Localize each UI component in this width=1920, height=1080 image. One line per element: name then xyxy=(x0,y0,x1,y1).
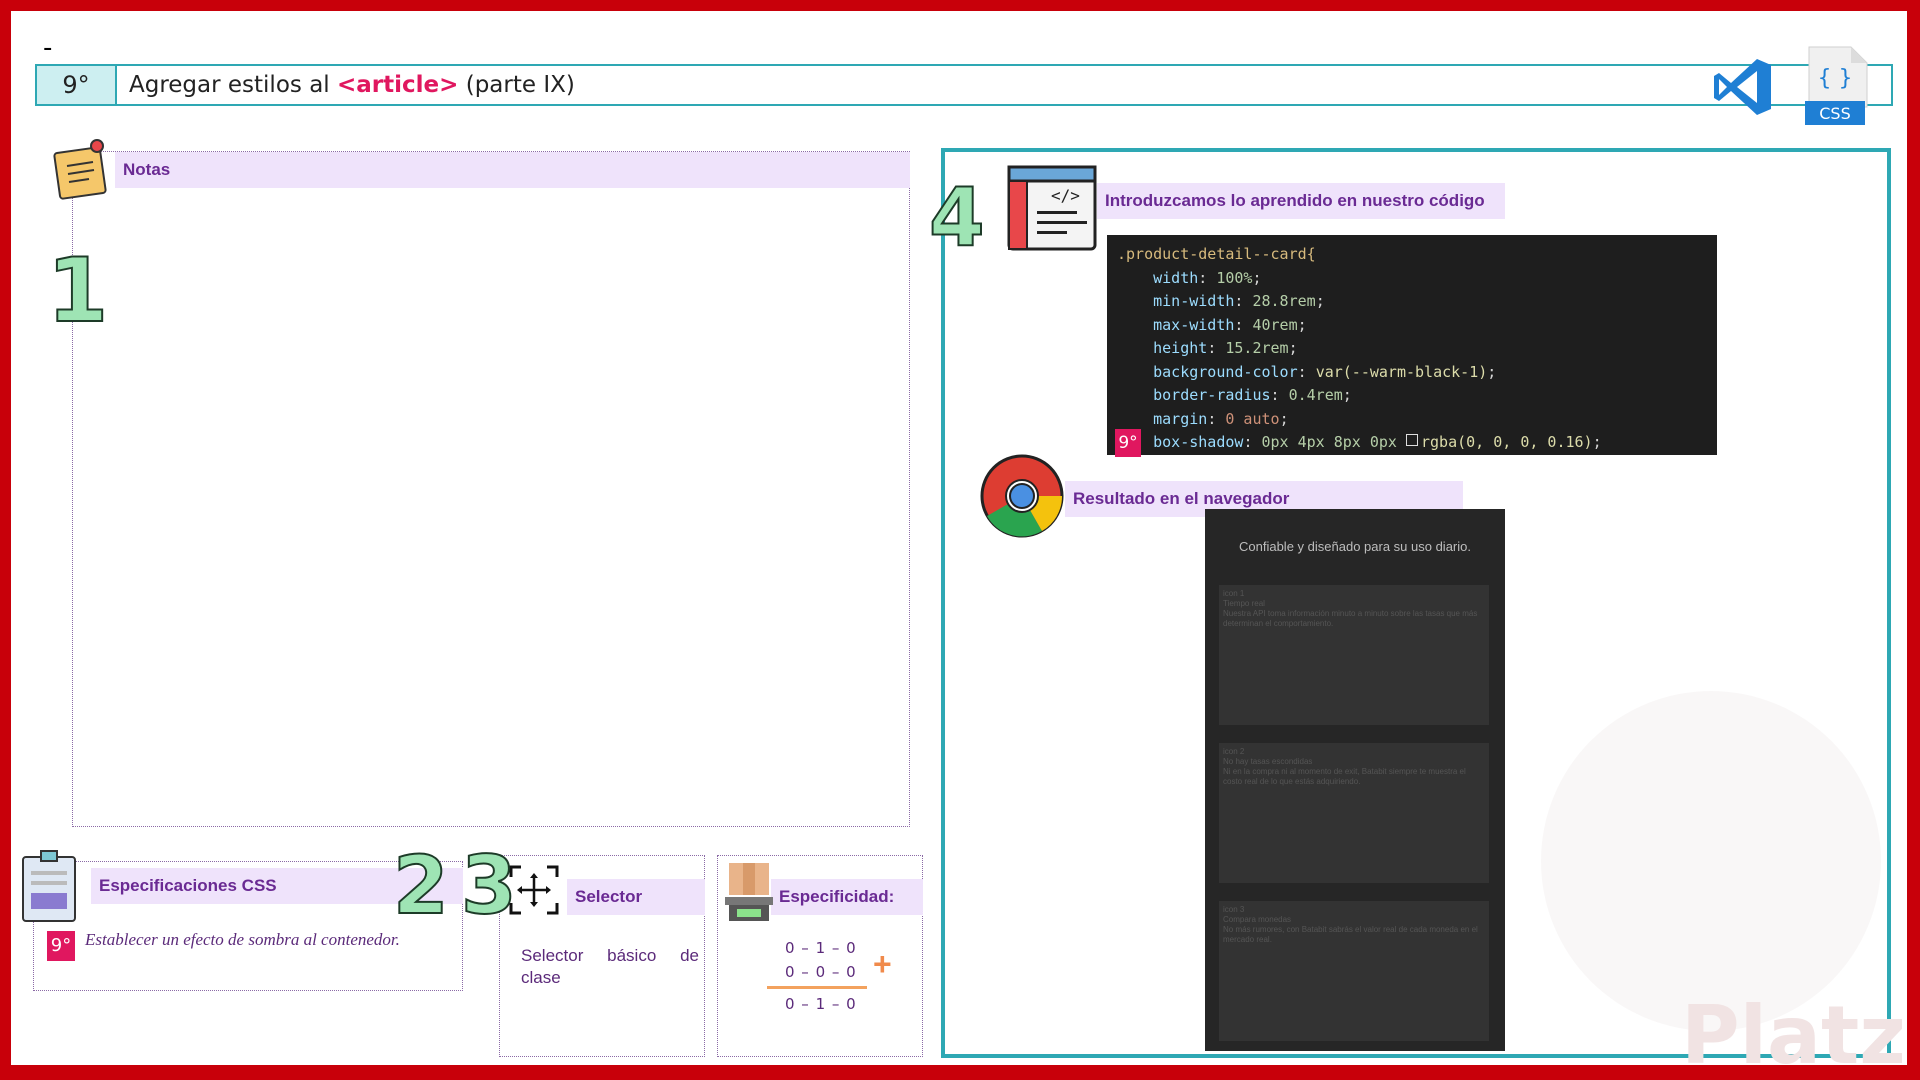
code-badge: 9° xyxy=(1115,429,1141,457)
code-prop: width xyxy=(1153,268,1199,287)
specificity-result: 0 – 1 – 0 xyxy=(785,995,857,1013)
code-prop: min-width xyxy=(1153,292,1235,310)
specs-text: Establecer un efecto de sombra al conten… xyxy=(85,930,400,949)
code-value-extra: rgba(0, 0, 0, 0.16) xyxy=(1421,433,1593,451)
watermark-illustration xyxy=(1541,691,1881,1031)
specs-badge: 9° xyxy=(47,931,75,961)
code-value: 0 auto xyxy=(1225,409,1280,428)
preview-card: icon 2 No hay tasas escondidas Ni en la … xyxy=(1219,743,1489,883)
plus-icon: + xyxy=(873,946,892,982)
intro-code-label: Introduzcamos lo aprendido en nuestro có… xyxy=(1097,183,1505,219)
css-code-block: .product-detail--card{ width: 100%; min-… xyxy=(1107,235,1717,455)
dash-mark: - xyxy=(43,33,53,63)
sticky-note-icon xyxy=(53,139,107,200)
specificity-line-1: 0 – 1 – 0 xyxy=(785,939,857,957)
card-icon-label: icon 3 xyxy=(1223,905,1245,914)
card-body: Nuestra API toma información minuto a mi… xyxy=(1223,609,1478,628)
css-label: CSS xyxy=(1819,104,1850,123)
card-icon-label: icon 2 xyxy=(1223,747,1245,756)
card-body: Ni en la compra ni al momento de exit, B… xyxy=(1223,767,1466,786)
title-tag: <article> xyxy=(337,72,459,98)
notes-panel xyxy=(72,151,910,827)
code-value: 15.2rem xyxy=(1225,339,1289,357)
page-title: Agregar estilos al <article> (parte IX) xyxy=(129,66,575,104)
svg-text:</>: </> xyxy=(1051,186,1080,205)
scale-box-icon xyxy=(725,863,773,921)
code-value: 0px 4px 8px 0px xyxy=(1261,433,1397,451)
code-prop: margin xyxy=(1153,409,1208,428)
card-body: No más rumores, con Batabit sabrás el va… xyxy=(1223,925,1478,944)
lesson-number: 9° xyxy=(37,66,117,104)
card-icon-label: icon 1 xyxy=(1223,589,1245,598)
color-swatch xyxy=(1406,434,1418,446)
preview-heading: Confiable y diseñado para su uso diario. xyxy=(1239,539,1471,554)
step-number-1: 1 xyxy=(46,238,109,343)
code-prop: box-shadow xyxy=(1153,433,1244,451)
code-selector: .product-detail--card{ xyxy=(1117,245,1316,263)
code-prop: height xyxy=(1153,339,1208,357)
step-number-3: 3 xyxy=(460,838,518,933)
card-title: No hay tasas escondidas xyxy=(1223,757,1313,766)
step-number-4: 4 xyxy=(928,170,986,265)
specificity-line-2: 0 – 0 – 0 xyxy=(785,963,857,981)
slide: - 9° Agregar estilos al <article> (parte… xyxy=(11,11,1907,1065)
specificity-sum-rule xyxy=(767,986,867,989)
card-title: Compara monedas xyxy=(1223,915,1292,924)
platzi-watermark: Platzi xyxy=(1681,989,1907,1065)
vscode-icon xyxy=(1714,59,1771,115)
code-value: 0.4rem xyxy=(1288,386,1343,404)
preview-card: icon 1 Tiempo real Nuestra API toma info… xyxy=(1219,585,1489,725)
header-bar: 9° Agregar estilos al <article> (parte I… xyxy=(35,64,1893,106)
code-editor-icon: </> xyxy=(1007,165,1097,251)
code-value: var(--warm-black-1) xyxy=(1315,362,1488,381)
code-prop: border-radius xyxy=(1153,386,1271,404)
card-title: Tiempo real xyxy=(1223,599,1265,608)
code-prop: max-width xyxy=(1153,315,1235,334)
specificity-label: Especificidad: xyxy=(771,879,923,915)
chrome-icon xyxy=(980,454,1064,538)
code-value: 28.8rem xyxy=(1252,292,1316,310)
browser-preview: Confiable y diseñado para su uso diario.… xyxy=(1205,509,1505,1051)
code-value: 40rem xyxy=(1252,315,1298,334)
clipboard-icon xyxy=(22,850,76,922)
svg-text:{ }: { } xyxy=(1818,66,1853,91)
preview-card: icon 3 Compara monedas No más rumores, c… xyxy=(1219,901,1489,1041)
notes-label: Notas xyxy=(115,152,910,188)
step-number-2: 2 xyxy=(392,838,450,933)
title-prefix: Agregar estilos al xyxy=(129,72,337,98)
selector-label: Selector xyxy=(567,879,705,915)
selector-text: Selector básico de clase xyxy=(521,946,699,987)
css-file-icon: { } CSS xyxy=(1805,46,1868,125)
code-prop: background-color xyxy=(1153,362,1298,381)
title-suffix: (parte IX) xyxy=(458,72,575,98)
code-value: 100% xyxy=(1216,268,1253,287)
